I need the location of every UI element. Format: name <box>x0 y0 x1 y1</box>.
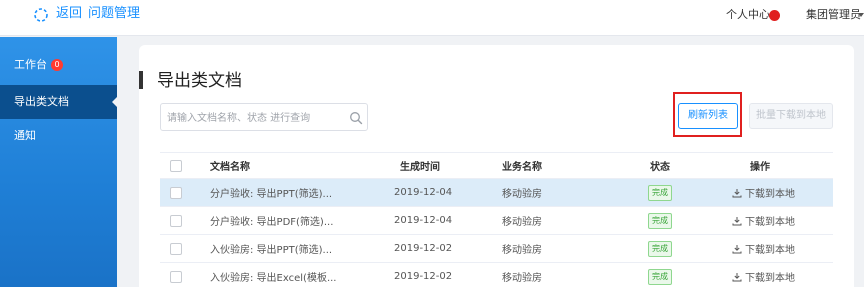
select-all-checkbox[interactable] <box>170 159 182 172</box>
chevron-down-icon[interactable] <box>858 13 864 17</box>
status-badge: 完成 <box>648 184 672 201</box>
doc-name: 分户验收: 导出PDF(筛选)... <box>210 217 334 228</box>
sidebar-item-notifications[interactable]: 通知 <box>0 119 117 153</box>
column-header-name: 文档名称 <box>210 162 250 173</box>
count-badge: 0 <box>51 59 63 71</box>
row-checkbox[interactable] <box>170 270 182 283</box>
doc-business: 移动验房 <box>502 245 542 256</box>
download-label[interactable]: 下载到本地 <box>745 213 795 228</box>
download-icon[interactable] <box>732 272 742 282</box>
column-header-action: 操作 <box>750 162 770 173</box>
table-row[interactable]: 入伙验房: 导出Excel(模板... 2019-12-02 移动验房 完成 下… <box>160 263 833 287</box>
download-icon[interactable] <box>732 188 742 198</box>
active-indicator-icon <box>112 96 118 108</box>
row-checkbox[interactable] <box>170 242 182 255</box>
sidebar-item-workbench[interactable]: 工作台 0 <box>0 48 117 82</box>
status-cell: 完成 <box>648 235 672 262</box>
back-label[interactable]: 返回 <box>56 6 82 21</box>
doc-name: 分户验收: 导出PPT(筛选)... <box>210 189 333 200</box>
download-label[interactable]: 下载到本地 <box>745 241 795 256</box>
user-center-link[interactable]: 个人中心 <box>726 8 770 22</box>
status-badge: 完成 <box>648 240 672 257</box>
download-label[interactable]: 下载到本地 <box>745 269 795 284</box>
sidebar: 工作台 0 导出类文档 通知 <box>0 37 118 287</box>
table-row[interactable]: 分户验收: 导出PPT(筛选)... 2019-12-04 移动验房 完成 下载… <box>160 179 833 207</box>
doc-time: 2019-12-04 <box>394 215 453 226</box>
back-link[interactable]: 返回 问题管理 <box>56 5 146 23</box>
page-title: 导出类文档 <box>157 71 242 91</box>
sidebar-item-label: 导出类文档 <box>14 95 69 108</box>
download-icon[interactable] <box>732 244 742 254</box>
download-label[interactable]: 下载到本地 <box>745 185 795 200</box>
table-row[interactable]: 分户验收: 导出PDF(筛选)... 2019-12-04 移动验房 完成 下载… <box>160 207 833 235</box>
sidebar-item-label: 通知 <box>14 129 36 142</box>
doc-name: 入伙验房: 导出Excel(模板... <box>210 273 337 284</box>
doc-business: 移动验房 <box>502 273 542 284</box>
search-box[interactable] <box>160 103 368 131</box>
role-dropdown[interactable]: 集团管理员 <box>806 8 861 22</box>
batch-download-button[interactable]: 批量下载到本地 <box>749 103 833 129</box>
doc-name: 入伙验房: 导出PPT(筛选)... <box>210 245 333 256</box>
download-link[interactable]: 下载到本地 <box>732 263 795 287</box>
doc-time: 2019-12-02 <box>394 271 453 282</box>
doc-time: 2019-12-04 <box>394 187 453 198</box>
title-accent-bar <box>139 71 143 89</box>
status-cell: 完成 <box>648 263 672 287</box>
top-bar: 返回 问题管理 个人中心 集团管理员 <box>0 0 864 36</box>
refresh-list-button[interactable]: 刷新列表 <box>678 103 738 129</box>
download-icon[interactable] <box>732 216 742 226</box>
search-icon[interactable] <box>349 111 363 125</box>
table-row[interactable]: 入伙验房: 导出PPT(筛选)... 2019-12-02 移动验房 完成 下载… <box>160 235 833 263</box>
download-link[interactable]: 下载到本地 <box>732 235 795 262</box>
column-header-time: 生成时间 <box>400 162 440 173</box>
select-all-cell[interactable] <box>170 153 182 178</box>
sidebar-item-label: 工作台 <box>14 58 47 71</box>
column-header-status: 状态 <box>650 162 670 173</box>
column-header-business: 业务名称 <box>502 162 542 173</box>
app-title: 问题管理 <box>88 6 141 21</box>
notification-dot-icon <box>769 10 780 21</box>
status-badge: 完成 <box>648 212 672 229</box>
row-select-cell[interactable] <box>170 179 182 206</box>
status-cell: 完成 <box>648 179 672 206</box>
logo-icon <box>34 8 48 22</box>
row-select-cell[interactable] <box>170 235 182 262</box>
row-checkbox[interactable] <box>170 214 182 227</box>
doc-business: 移动验房 <box>502 217 542 228</box>
doc-time: 2019-12-02 <box>394 243 453 254</box>
download-link[interactable]: 下载到本地 <box>732 207 795 234</box>
row-select-cell[interactable] <box>170 263 182 287</box>
doc-business: 移动验房 <box>502 189 542 200</box>
row-checkbox[interactable] <box>170 186 182 199</box>
table-header-row: 文档名称 生成时间 业务名称 状态 操作 <box>160 152 833 179</box>
row-select-cell[interactable] <box>170 207 182 234</box>
search-input[interactable] <box>167 110 343 126</box>
status-cell: 完成 <box>648 207 672 234</box>
download-link[interactable]: 下载到本地 <box>732 179 795 206</box>
sidebar-item-export-docs[interactable]: 导出类文档 <box>0 85 118 119</box>
status-badge: 完成 <box>648 268 672 285</box>
